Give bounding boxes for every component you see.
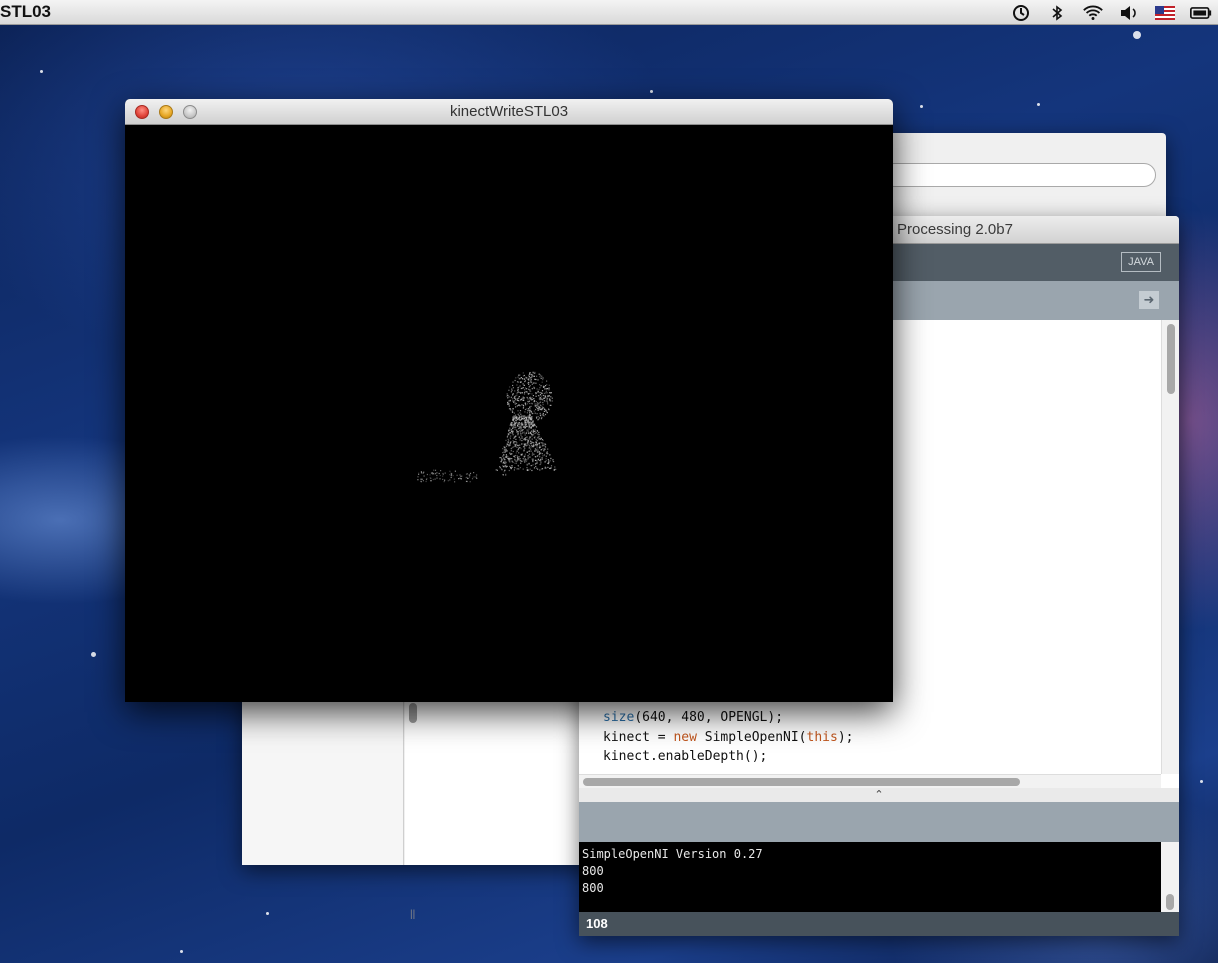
list-scrollbar[interactable] bbox=[409, 703, 417, 723]
message-area bbox=[579, 802, 1179, 842]
bluetooth-icon[interactable] bbox=[1046, 3, 1068, 23]
code-token: this bbox=[806, 729, 838, 745]
depth-point-cloud bbox=[417, 371, 557, 483]
console-line: 800 bbox=[582, 881, 604, 895]
editor-horizontal-scrollbar[interactable] bbox=[579, 774, 1161, 788]
volume-icon[interactable] bbox=[1118, 3, 1140, 23]
code-token: ); bbox=[837, 729, 854, 745]
sketch-window-title: kinectWriteSTL03 bbox=[449, 103, 569, 120]
wallpaper-star bbox=[1200, 780, 1203, 783]
editor-vertical-scroll-thumb[interactable] bbox=[1167, 324, 1175, 394]
code-line: size(640, 480, OPENGL); bbox=[603, 710, 783, 725]
wallpaper-star bbox=[1037, 103, 1040, 106]
wifi-icon[interactable] bbox=[1082, 3, 1104, 23]
tab-menu-arrow-icon[interactable]: ➜ bbox=[1139, 291, 1159, 309]
app-name-menu[interactable]: STL03 bbox=[0, 2, 51, 22]
code-token: SimpleOpenNI( bbox=[696, 729, 807, 745]
menu-extras bbox=[1010, 0, 1212, 25]
resize-handle-icon[interactable]: || bbox=[410, 909, 415, 920]
code-line: kinect.enableDepth(); bbox=[603, 749, 768, 764]
sketch-window[interactable]: kinectWriteSTL03 bbox=[125, 99, 893, 702]
wallpaper-star bbox=[266, 912, 269, 915]
console-scrollbar[interactable] bbox=[1161, 842, 1179, 912]
wallpaper-star bbox=[920, 105, 923, 108]
search-field[interactable] bbox=[882, 163, 1156, 187]
editor-vertical-scrollbar[interactable] bbox=[1161, 320, 1179, 774]
sketch-canvas[interactable] bbox=[125, 125, 893, 702]
console-scroll-thumb[interactable] bbox=[1166, 894, 1174, 910]
wallpaper-star bbox=[1133, 31, 1141, 39]
wallpaper-star bbox=[40, 70, 43, 73]
editor-window-title: Processing 2.0b7 bbox=[897, 221, 1013, 238]
console-output: SimpleOpenNI Version 0.27 800 800 bbox=[579, 842, 1161, 912]
code-token: new bbox=[673, 729, 697, 745]
us-flag-icon[interactable] bbox=[1154, 3, 1176, 23]
code-text: size(640, 480, OPENGL); kinect = new Sim… bbox=[603, 708, 853, 767]
editor-horizontal-scroll-thumb[interactable] bbox=[583, 778, 1020, 786]
code-token: (640, 480, OPENGL); bbox=[634, 710, 784, 725]
line-number-status: 108 bbox=[579, 912, 1179, 936]
wallpaper-star bbox=[91, 652, 96, 657]
wallpaper-star bbox=[650, 90, 653, 93]
mode-button[interactable]: JAVA bbox=[1121, 252, 1161, 272]
time-machine-icon[interactable] bbox=[1010, 3, 1032, 23]
wallpaper-star bbox=[180, 950, 183, 953]
code-line: kinect = new SimpleOpenNI(this); bbox=[603, 730, 853, 745]
sketch-title-bar[interactable]: kinectWriteSTL03 bbox=[125, 99, 893, 125]
battery-icon[interactable] bbox=[1190, 3, 1212, 23]
menu-bar: STL03 bbox=[0, 0, 1218, 25]
code-token: size bbox=[603, 710, 635, 725]
console-line: 800 bbox=[582, 864, 604, 878]
code-token: kinect = bbox=[603, 729, 674, 745]
console-divider-handle[interactable]: ⌃ bbox=[579, 788, 1179, 802]
console-line: SimpleOpenNI Version 0.27 bbox=[582, 847, 763, 861]
